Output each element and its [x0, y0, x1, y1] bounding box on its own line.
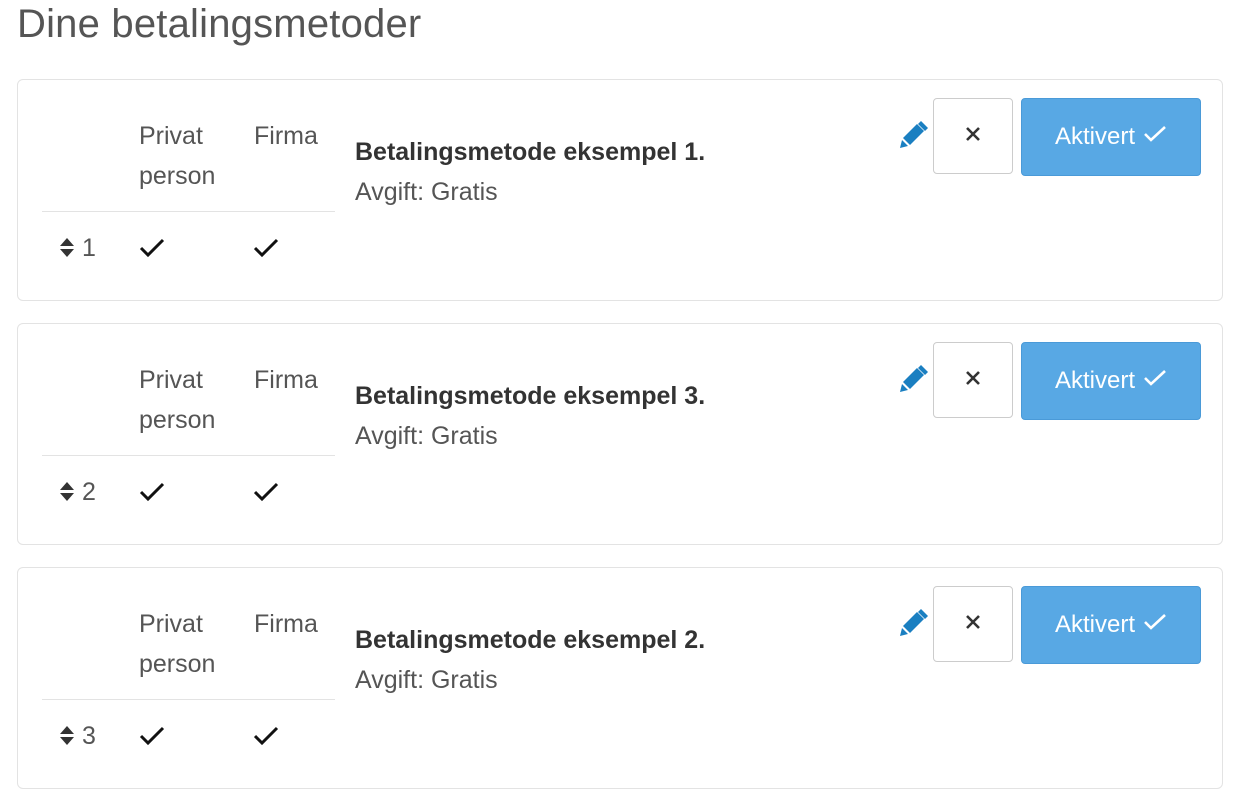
checkmark-icon — [1143, 367, 1167, 395]
activate-button-label: Aktivert — [1054, 123, 1135, 150]
close-icon — [965, 614, 981, 635]
close-icon — [965, 126, 981, 147]
column-header-privat: Privat person — [139, 360, 239, 440]
column-header-privat-line2: person — [139, 162, 216, 190]
order-number: 2 — [82, 478, 96, 506]
privat-checkmark-icon — [138, 724, 166, 748]
deactivate-button[interactable] — [933, 586, 1013, 662]
pencil-icon[interactable] — [898, 608, 928, 638]
deactivate-button[interactable] — [933, 98, 1013, 174]
column-header-privat-line1: Privat — [139, 366, 203, 394]
activate-button[interactable]: Aktivert — [1021, 342, 1201, 420]
method-name: Betalingsmetode eksempel 2. — [355, 626, 706, 654]
payment-method-card: Privat person Firma 1 Betalingsmetode ek… — [17, 79, 1223, 301]
sort-icon[interactable] — [58, 720, 76, 750]
firma-checkmark-icon — [252, 724, 280, 748]
column-header-privat: Privat person — [139, 604, 239, 684]
column-header-privat-line2: person — [139, 650, 216, 678]
pencil-icon[interactable] — [898, 120, 928, 150]
column-header-privat: Privat person — [139, 116, 239, 196]
column-header-firma: Firma — [254, 610, 318, 638]
method-fee: Avgift: Gratis — [355, 178, 498, 206]
divider — [42, 699, 335, 700]
payment-methods-page: Dine betalingsmetoder Privat person Firm… — [0, 0, 1244, 806]
method-fee: Avgift: Gratis — [355, 666, 498, 694]
method-name: Betalingsmetode eksempel 1. — [355, 138, 706, 166]
payment-method-card: Privat person Firma 3 Betalingsmetode ek… — [17, 567, 1223, 789]
activate-button-label: Aktivert — [1054, 611, 1135, 638]
checkmark-icon — [1143, 123, 1167, 151]
firma-checkmark-icon — [252, 236, 280, 260]
activate-button[interactable]: Aktivert — [1021, 586, 1201, 664]
sort-icon[interactable] — [58, 476, 76, 506]
privat-checkmark-icon — [138, 236, 166, 260]
pencil-icon[interactable] — [898, 364, 928, 394]
method-fee: Avgift: Gratis — [355, 422, 498, 450]
payment-method-card: Privat person Firma 2 Betalingsmetode ek… — [17, 323, 1223, 545]
privat-checkmark-icon — [138, 480, 166, 504]
deactivate-button[interactable] — [933, 342, 1013, 418]
firma-checkmark-icon — [252, 480, 280, 504]
column-header-privat-line1: Privat — [139, 610, 203, 638]
page-title: Dine betalingsmetoder — [17, 2, 422, 46]
activate-button-label: Aktivert — [1054, 367, 1135, 394]
checkmark-icon — [1143, 611, 1167, 639]
close-icon — [965, 370, 981, 391]
order-number: 1 — [82, 234, 96, 262]
sort-icon[interactable] — [58, 232, 76, 262]
column-header-privat-line2: person — [139, 406, 216, 434]
column-header-firma: Firma — [254, 366, 318, 394]
divider — [42, 455, 335, 456]
activate-button[interactable]: Aktivert — [1021, 98, 1201, 176]
order-number: 3 — [82, 722, 96, 750]
column-header-firma: Firma — [254, 122, 318, 150]
divider — [42, 211, 335, 212]
method-name: Betalingsmetode eksempel 3. — [355, 382, 706, 410]
column-header-privat-line1: Privat — [139, 122, 203, 150]
